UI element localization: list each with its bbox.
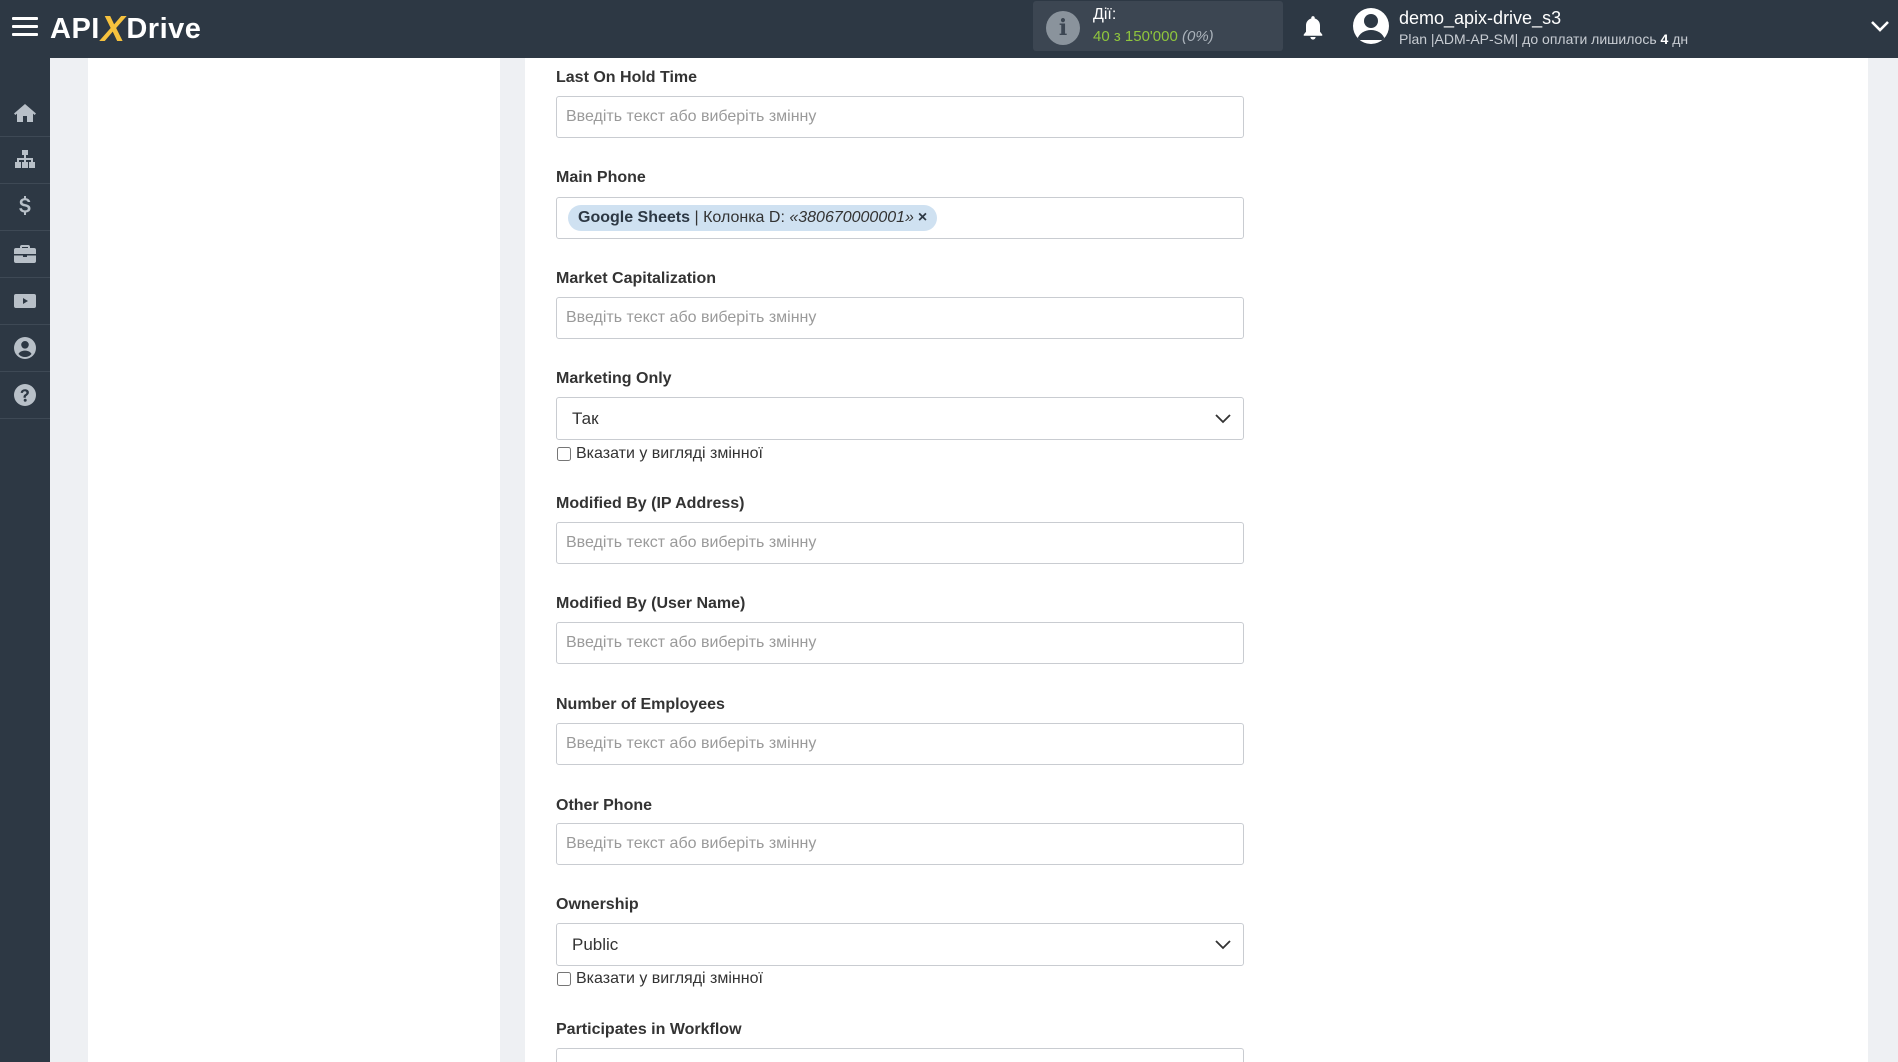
last-on-hold-time-input[interactable] bbox=[556, 96, 1244, 138]
field-label-ownership: Ownership bbox=[556, 896, 639, 913]
chevron-down-icon bbox=[1215, 414, 1231, 424]
ownership-variable-checkbox[interactable]: Вказати у вигляді змінної bbox=[557, 970, 763, 988]
field-label-other-phone: Other Phone bbox=[556, 797, 653, 814]
logo[interactable]: API X Drive bbox=[50, 8, 201, 50]
logo-drive: Drive bbox=[126, 12, 202, 45]
modified-by-user-input[interactable] bbox=[556, 622, 1244, 664]
field-label-main-phone: Main Phone bbox=[556, 169, 646, 186]
chevron-down-icon[interactable] bbox=[1870, 19, 1890, 33]
ownership-select[interactable]: Public bbox=[556, 923, 1244, 966]
field-label-modified-by-user: Modified By (User Name) bbox=[556, 595, 746, 612]
modified-by-ip-input[interactable] bbox=[556, 522, 1244, 564]
sidebar-item-services[interactable] bbox=[0, 231, 50, 278]
field-label-marketing-only: Marketing Only bbox=[556, 370, 672, 387]
marketing-only-select[interactable]: Так bbox=[556, 397, 1244, 440]
market-capitalization-input[interactable] bbox=[556, 297, 1244, 339]
hamburger-menu-icon[interactable] bbox=[12, 17, 38, 39]
help-icon bbox=[14, 384, 36, 406]
checkbox[interactable] bbox=[557, 972, 571, 986]
user-plan: Plan |ADM-AP-SM| до оплати лишилось 4 дн bbox=[1399, 31, 1689, 47]
tag-source: Google Sheets bbox=[578, 209, 691, 226]
actions-count: 40 з 150'000 (0%) bbox=[1093, 28, 1214, 45]
number-of-employees-input[interactable] bbox=[556, 723, 1244, 765]
field-label-participates-in-workflow: Participates in Workflow bbox=[556, 1021, 742, 1038]
sitemap-icon bbox=[15, 150, 35, 168]
participates-in-workflow-select[interactable] bbox=[556, 1048, 1244, 1062]
tag-remove-icon[interactable]: × bbox=[918, 209, 927, 226]
briefcase-icon bbox=[14, 245, 36, 263]
sidebar-item-help[interactable] bbox=[0, 372, 50, 419]
other-phone-input[interactable] bbox=[556, 823, 1244, 865]
field-label-market-capitalization: Market Capitalization bbox=[556, 270, 717, 287]
sidebar-item-home[interactable] bbox=[0, 90, 50, 137]
logo-api: API bbox=[50, 12, 100, 45]
avatar-icon[interactable] bbox=[1353, 8, 1389, 44]
logo-x: X bbox=[100, 8, 126, 49]
sidebar-item-billing[interactable] bbox=[0, 184, 50, 231]
tag-column: | Колонка D: bbox=[690, 209, 790, 226]
field-label-modified-by-ip: Modified By (IP Address) bbox=[556, 495, 745, 512]
left-panel bbox=[88, 58, 500, 1062]
checkbox[interactable] bbox=[557, 447, 571, 461]
tag-value: «380670000001» bbox=[789, 209, 914, 226]
sidebar-item-video[interactable] bbox=[0, 278, 50, 325]
actions-counter: i Дії: 40 з 150'000 (0%) bbox=[1033, 1, 1283, 51]
select-value: Public bbox=[572, 935, 619, 954]
chevron-down-icon bbox=[1215, 940, 1231, 950]
user-icon bbox=[14, 337, 36, 359]
youtube-icon bbox=[14, 294, 36, 308]
info-icon[interactable]: i bbox=[1046, 11, 1080, 45]
checkbox-label: Вказати у вигляді змінної bbox=[576, 445, 763, 462]
sidebar bbox=[0, 58, 50, 1062]
user-name[interactable]: demo_apix-drive_s3 bbox=[1399, 8, 1561, 29]
sidebar-item-connections[interactable] bbox=[0, 137, 50, 184]
home-icon bbox=[14, 104, 36, 122]
main-phone-input[interactable]: Google Sheets | Колонка D: «380670000001… bbox=[556, 197, 1244, 239]
dollar-icon bbox=[19, 196, 31, 215]
variable-tag: Google Sheets | Колонка D: «380670000001… bbox=[568, 205, 938, 231]
field-label-last-on-hold-time: Last On Hold Time bbox=[556, 69, 698, 86]
marketing-only-variable-checkbox[interactable]: Вказати у вигляді змінної bbox=[557, 445, 763, 463]
bell-icon[interactable] bbox=[1300, 14, 1326, 42]
sidebar-item-profile[interactable] bbox=[0, 325, 50, 372]
field-label-number-of-employees: Number of Employees bbox=[556, 696, 725, 713]
checkbox-label: Вказати у вигляді змінної bbox=[576, 970, 763, 987]
top-bar: API X Drive i Дії: 40 з 150'000 (0%) demo_… bbox=[0, 0, 1898, 58]
select-value: Так bbox=[572, 409, 599, 428]
actions-label: Дії: bbox=[1093, 6, 1117, 23]
